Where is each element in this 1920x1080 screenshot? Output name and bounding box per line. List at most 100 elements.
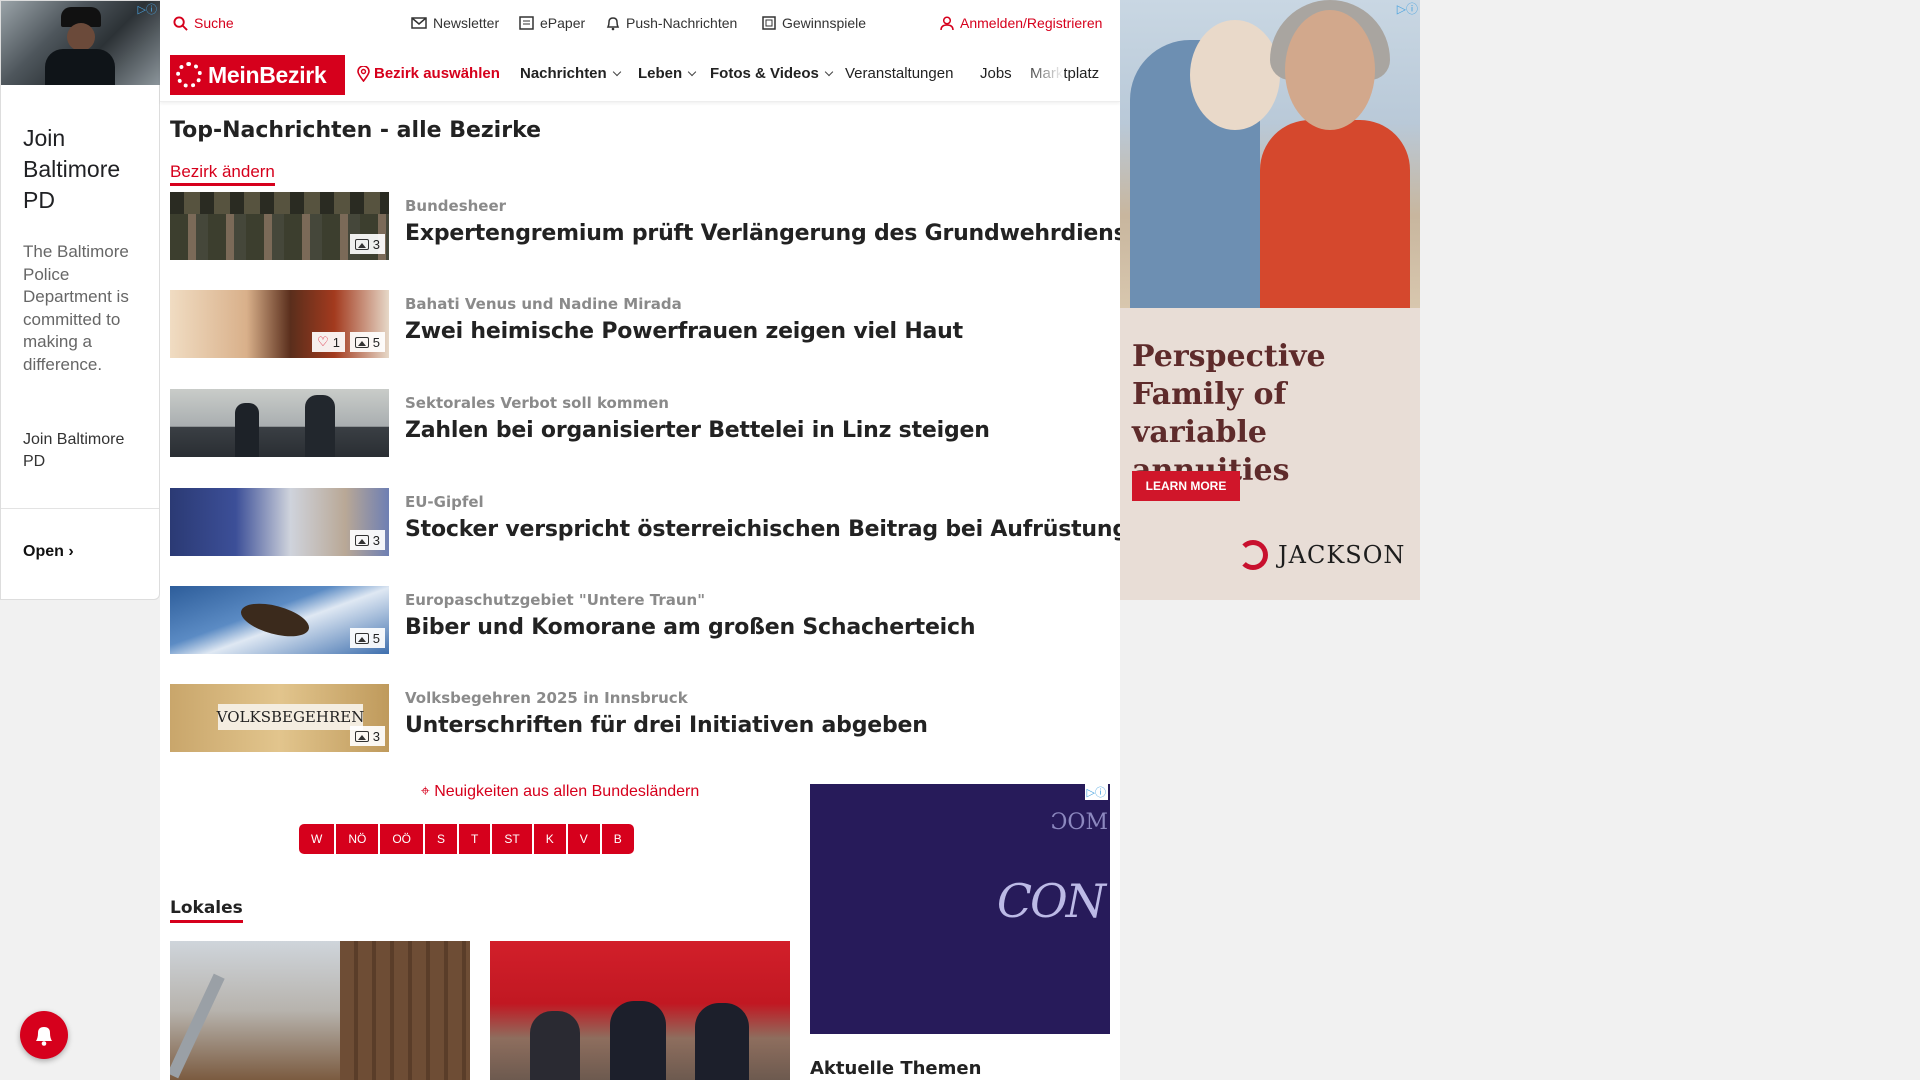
- jackson-logo-icon: [1238, 540, 1268, 570]
- regions-link[interactable]: ⌖ Neuigkeiten aus allen Bundesländern: [320, 783, 800, 801]
- article-item[interactable]: ♡ 1 5 Bahati Venus und Nadine Mirada Zwei…: [170, 290, 1110, 358]
- article-item[interactable]: 5 Europaschutzgebiet "Untere Traun" Bibe…: [170, 586, 1110, 654]
- ad-headline: Join Baltimore PD: [23, 125, 121, 213]
- page-title: Top-Nachrichten - alle Bezirke: [170, 118, 542, 143]
- article-kicker: Europaschutzgebiet "Untere Traun": [405, 591, 706, 609]
- medium-rectangle-ad[interactable]: ▷ⓘ ƆOM CON: [810, 784, 1110, 1034]
- main-navigation: MeinBezirk Bezirk auswählen Nachrichten …: [160, 50, 1120, 102]
- article-thumbnail[interactable]: ♡ 1 5: [170, 290, 389, 358]
- divider: [1, 508, 159, 509]
- gallery-count-badge: 3: [349, 234, 385, 254]
- article-item[interactable]: Sektorales Verbot soll kommen Zahlen bei…: [170, 389, 1110, 457]
- main-content: Suche Newsletter ePaper Push-Nachrichten…: [160, 0, 1165, 1080]
- article-kicker: Bahati Venus und Nadine Mirada: [405, 295, 682, 313]
- local-article-image[interactable]: [490, 941, 790, 1080]
- article-kicker: Sektorales Verbot soll kommen: [405, 394, 669, 412]
- change-district-link[interactable]: Bezirk ändern: [170, 162, 275, 186]
- gallery-count-badge: 5: [349, 628, 385, 648]
- article-headline[interactable]: Unterschriften für drei Initiativen abge…: [405, 713, 928, 738]
- site-logo[interactable]: MeinBezirk: [170, 55, 345, 95]
- chevron-down-icon: [824, 67, 834, 77]
- ad-choices-icon[interactable]: ▷ⓘ: [1084, 784, 1108, 800]
- article-item[interactable]: VOLKSBEGEHREN 3 Volksbegehren 2025 in In…: [170, 684, 1110, 752]
- bell-icon: [36, 1027, 52, 1046]
- left-skyscraper-ad[interactable]: ▷ⓘ Join Baltimore PD The Baltimore Polic…: [0, 0, 161, 600]
- location-pin-icon: ⌖: [420, 783, 430, 800]
- gallery-icon: [354, 238, 369, 250]
- chevron-down-icon: [612, 67, 621, 77]
- chevron-down-icon: [687, 67, 697, 77]
- article-kicker: EU-Gipfel: [405, 493, 484, 511]
- ad-choices-icon[interactable]: ▷ⓘ: [138, 1, 157, 17]
- newsletter-link[interactable]: Newsletter: [411, 15, 499, 31]
- article-headline[interactable]: Expertengremium prüft Verlängerung des G…: [405, 221, 1165, 246]
- region-button-st[interactable]: ST: [492, 824, 532, 854]
- epaper-link[interactable]: ePaper: [519, 15, 585, 31]
- ad-description: The Baltimore Police Department is commi…: [23, 242, 129, 374]
- region-button-w[interactable]: W: [299, 824, 335, 854]
- article-headline[interactable]: Stocker verspricht österreichischen Beit…: [405, 517, 1128, 542]
- search-icon: [173, 15, 188, 31]
- region-button-t[interactable]: T: [459, 824, 491, 854]
- likes-badge: ♡ 1: [312, 332, 345, 352]
- heart-icon: ♡: [317, 334, 329, 349]
- chevron-right-icon: ›: [68, 543, 74, 560]
- region-button-noe[interactable]: NÖ: [336, 824, 379, 854]
- section-title-topics: Aktuelle Themen: [810, 1058, 982, 1079]
- gallery-icon: [354, 632, 369, 644]
- article-thumbnail[interactable]: VOLKSBEGEHREN 3: [170, 684, 389, 752]
- article-item[interactable]: 3 Bundesheer Expertengremium prüft Verlä…: [170, 192, 1165, 260]
- ad-graphic: ƆOM: [1050, 810, 1108, 835]
- gallery-count-badge: 3: [349, 726, 385, 746]
- logo-sun-icon: [176, 62, 202, 88]
- article-item[interactable]: 3 EU-Gipfel Stocker verspricht österreic…: [170, 488, 1128, 556]
- nav-nachrichten[interactable]: Nachrichten: [520, 65, 621, 82]
- ad-open-button[interactable]: Open ›: [23, 543, 74, 561]
- gift-icon: [762, 16, 776, 30]
- notification-bell-button[interactable]: [20, 1011, 68, 1059]
- local-article-image[interactable]: [170, 941, 470, 1080]
- ad-graphic: CON: [996, 874, 1106, 928]
- thumbnail-label: VOLKSBEGEHREN: [217, 704, 364, 730]
- ad-photo: [1120, 0, 1420, 308]
- ad-headline: Perspective Family of variable annuities: [1132, 339, 1326, 488]
- article-headline[interactable]: Zahlen bei organisierter Bettelei in Lin…: [405, 418, 990, 443]
- right-skyscraper-ad[interactable]: ▷ⓘ Perspective Family of variable annuit…: [1120, 0, 1420, 600]
- region-button-b[interactable]: B: [601, 824, 634, 854]
- nav-jobs[interactable]: Jobs: [980, 65, 1012, 82]
- gallery-icon: [354, 534, 369, 546]
- bell-icon: [606, 16, 620, 30]
- gallery-icon: [354, 730, 369, 742]
- article-headline[interactable]: Zwei heimische Powerfrauen zeigen viel H…: [405, 319, 963, 344]
- ad-cta-text[interactable]: Join Baltimore PD: [23, 429, 143, 473]
- games-link[interactable]: Gewinnspiele: [762, 15, 866, 31]
- nav-veranstaltungen[interactable]: Veranstaltungen: [845, 65, 953, 82]
- login-link[interactable]: Anmelden/Registrieren: [940, 15, 1102, 31]
- newspaper-icon: [519, 16, 534, 30]
- learn-more-button[interactable]: LEARN MORE: [1132, 471, 1240, 501]
- region-button-s[interactable]: S: [425, 824, 458, 854]
- article-thumbnail[interactable]: [170, 389, 389, 457]
- region-button-v[interactable]: V: [567, 824, 600, 854]
- mail-icon: [411, 17, 427, 29]
- nav-fotos-videos[interactable]: Fotos & Videos: [710, 65, 834, 82]
- ad-choices-icon[interactable]: ▷ⓘ: [1397, 0, 1418, 17]
- region-button-k[interactable]: K: [533, 824, 566, 854]
- article-thumbnail[interactable]: 5: [170, 586, 389, 654]
- gallery-count-badge: 3: [349, 530, 385, 550]
- gallery-icon: [354, 336, 369, 348]
- user-icon: [940, 15, 954, 30]
- search-link[interactable]: Suche: [173, 15, 234, 31]
- article-headline[interactable]: Biber und Komorane am großen Schachertei…: [405, 615, 976, 640]
- article-thumbnail[interactable]: 3: [170, 192, 389, 260]
- top-bar: Suche Newsletter ePaper Push-Nachrichten…: [160, 0, 1120, 46]
- select-district-button[interactable]: Bezirk auswählen: [357, 65, 500, 82]
- section-title-local: Lokales: [170, 898, 243, 923]
- push-notifications-link[interactable]: Push-Nachrichten: [606, 15, 737, 31]
- gallery-count-badge: 5: [349, 332, 385, 352]
- nav-leben[interactable]: Leben: [638, 65, 697, 82]
- region-selector: W NÖ OÖ S T ST K V B: [299, 824, 634, 854]
- article-kicker: Bundesheer: [405, 197, 507, 215]
- article-thumbnail[interactable]: 3: [170, 488, 389, 556]
- region-button-ooe[interactable]: OÖ: [380, 824, 423, 854]
